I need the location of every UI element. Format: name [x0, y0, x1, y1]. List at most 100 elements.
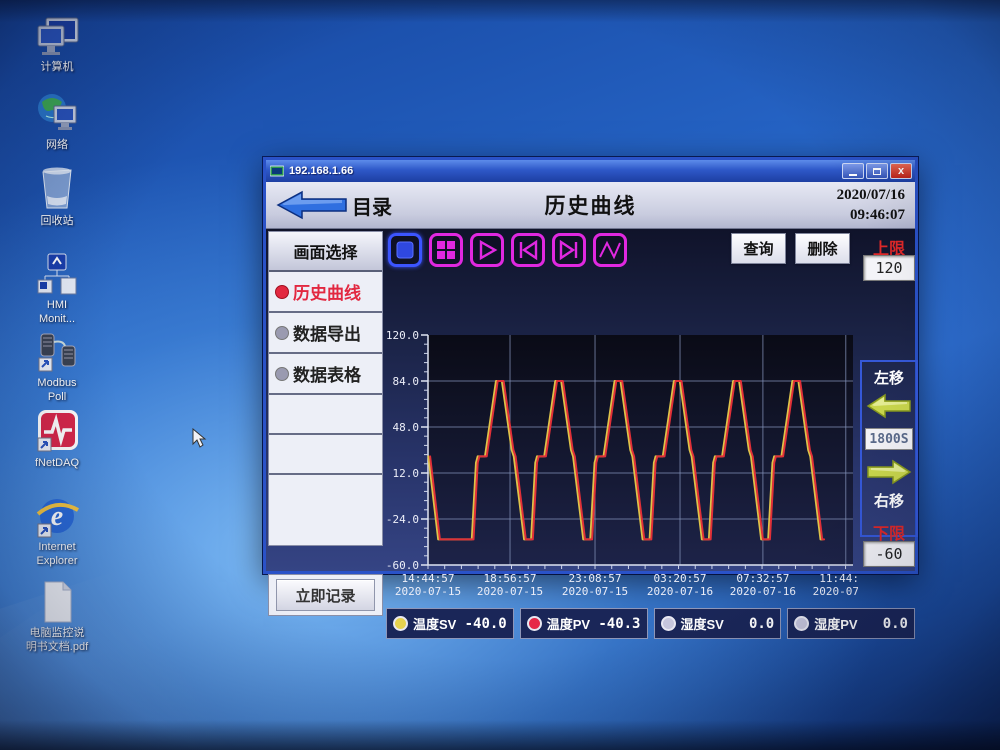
record-now-button[interactable]: 立即记录	[276, 579, 375, 611]
lower-limit-value[interactable]: -60	[863, 541, 915, 567]
temp-sv-color-icon	[393, 616, 408, 631]
desktop-icon-computer[interactable]: 计算机	[15, 14, 99, 75]
pdf-document-icon	[15, 580, 99, 624]
legend-label: 湿度SV	[681, 614, 724, 633]
svg-text:14:44:57: 14:44:57	[402, 572, 455, 585]
legend-item-humidity-sv[interactable]: 湿度SV 0.0	[654, 608, 782, 639]
bullet-icon	[275, 285, 289, 299]
page-title: 历史曲线	[545, 190, 637, 220]
sidebar-item-data-export[interactable]: 数据导出	[269, 313, 382, 354]
legend-label: 温度PV	[547, 614, 590, 633]
close-button[interactable]: x	[890, 163, 912, 179]
skip-end-icon	[558, 239, 580, 261]
legend-item-temp-pv[interactable]: 温度PV -40.3	[520, 608, 648, 639]
sidebar: 画面选择 历史曲线 数据导出 数据表格	[268, 231, 383, 546]
sidebar-item-label: 数据表格	[293, 361, 361, 386]
desktop-icon-label: 电脑监控说 明书文档.pdf	[15, 627, 99, 655]
legend-value: 0.0	[749, 616, 774, 632]
svg-text:84.0: 84.0	[393, 375, 420, 388]
trend-plot[interactable]: 120.084.048.012.0-24.0-60.014:44:572020-…	[386, 322, 858, 602]
app-body: 画面选择 历史曲线 数据导出 数据表格 立即记录	[266, 229, 915, 571]
maximize-button[interactable]	[866, 163, 888, 179]
desktop-icon-modbus-poll[interactable]: Modbus Poll	[15, 330, 99, 405]
svg-text:23:08:57: 23:08:57	[569, 572, 622, 585]
modbus-poll-icon	[15, 330, 99, 374]
upper-limit-value[interactable]: 120	[863, 255, 915, 281]
legend-item-temp-sv[interactable]: 温度SV -40.0	[386, 608, 514, 639]
single-view-button[interactable]	[388, 233, 422, 267]
move-left-label: 左移	[874, 367, 904, 388]
svg-text:2020-07-15: 2020-07-15	[477, 585, 543, 598]
desktop-icon-label: 网络	[15, 139, 99, 153]
query-button[interactable]: 查询	[731, 233, 786, 264]
app-header: 目录 历史曲线 2020/07/16 09:46:07	[266, 182, 915, 229]
sidebar-item-history-curve[interactable]: 历史曲线	[269, 272, 382, 313]
left-arrow-icon	[866, 392, 912, 420]
desktop-icon-pdf-document[interactable]: 电脑监控说 明书文档.pdf	[15, 580, 99, 655]
svg-text:18:56:57: 18:56:57	[484, 572, 537, 585]
svg-text:07:32:57: 07:32:57	[736, 572, 789, 585]
sidebar-item-data-table[interactable]: 数据表格	[269, 354, 382, 395]
back-arrow-icon	[276, 190, 348, 220]
desktop-icon-label: 计算机	[15, 61, 99, 75]
bullet-icon	[275, 326, 289, 340]
temp-pv-color-icon	[527, 616, 542, 631]
play-button[interactable]	[470, 233, 504, 267]
maximize-icon	[873, 168, 881, 175]
desktop-icon-hmi-monitor[interactable]: HMI Monit...	[15, 252, 99, 327]
svg-text:2020-07-15: 2020-07-15	[395, 585, 461, 598]
grid-view-icon	[436, 240, 456, 260]
legend-item-humidity-pv[interactable]: 湿度PV 0.0	[787, 608, 915, 639]
svg-text:120.0: 120.0	[386, 329, 419, 342]
svg-text:12.0: 12.0	[393, 467, 420, 480]
humidity-pv-color-icon	[794, 616, 809, 631]
legend-label: 湿度PV	[814, 614, 857, 633]
time-shift-panel: 左移 1800S 右移	[860, 360, 918, 537]
hmi-monitor-icon	[15, 252, 99, 296]
sidebar-footer: 立即记录	[268, 574, 383, 616]
desktop-icon-label: 回收站	[15, 215, 99, 229]
skip-start-button[interactable]	[511, 233, 545, 267]
fnetdaq-icon	[15, 410, 99, 454]
date-value: 2020/07/16	[837, 185, 905, 205]
back-to-menu-button[interactable]: 目录	[276, 190, 392, 220]
move-right-button[interactable]	[866, 458, 912, 486]
history-chart[interactable]: 120.084.048.012.0-24.0-60.014:44:572020-…	[386, 322, 858, 602]
desktop-icon-label: Internet Explorer	[15, 541, 99, 569]
delete-button[interactable]: 删除	[795, 233, 850, 264]
datetime-display: 2020/07/16 09:46:07	[837, 185, 905, 226]
bullet-icon	[275, 367, 289, 381]
svg-text:-24.0: -24.0	[386, 513, 419, 526]
svg-text:11:44:57: 11:44:57	[819, 572, 858, 585]
desktop-icon-network[interactable]: 网络	[15, 92, 99, 153]
minimize-button[interactable]	[842, 163, 864, 179]
svg-text:2020-07-16: 2020-07-16	[730, 585, 796, 598]
legend-value: -40.0	[465, 616, 507, 632]
app-window-icon	[270, 165, 284, 177]
desktop-icon-internet-explorer[interactable]: e Internet Explorer	[15, 494, 99, 569]
move-right-label: 右移	[874, 490, 904, 511]
legend-value: -40.3	[598, 616, 640, 632]
time-value: 09:46:07	[837, 205, 905, 225]
desktop-icon-recycle-bin[interactable]: 回收站	[15, 168, 99, 229]
grid-view-button[interactable]	[429, 233, 463, 267]
svg-text:03:20:57: 03:20:57	[654, 572, 707, 585]
humidity-sv-color-icon	[661, 616, 676, 631]
window-titlebar[interactable]: 192.168.1.66 x	[266, 160, 915, 182]
desktop-icon-fnetdaq[interactable]: fNetDAQ	[15, 410, 99, 471]
desktop-icon-label: HMI Monit...	[15, 299, 99, 327]
sidebar-empty-cell	[269, 395, 382, 435]
sidebar-item-label: 数据导出	[293, 320, 361, 345]
curve-mode-button[interactable]	[593, 233, 627, 267]
network-icon	[15, 92, 99, 136]
move-left-button[interactable]	[866, 392, 912, 420]
recycle-bin-icon	[15, 168, 99, 212]
play-icon	[476, 239, 498, 261]
interval-value[interactable]: 1800S	[865, 428, 913, 450]
back-button-label: 目录	[352, 191, 392, 220]
legend-value: 0.0	[883, 616, 908, 632]
legend-label: 温度SV	[413, 614, 456, 633]
sidebar-header: 画面选择	[269, 232, 382, 272]
skip-end-button[interactable]	[552, 233, 586, 267]
close-icon: x	[898, 166, 904, 177]
